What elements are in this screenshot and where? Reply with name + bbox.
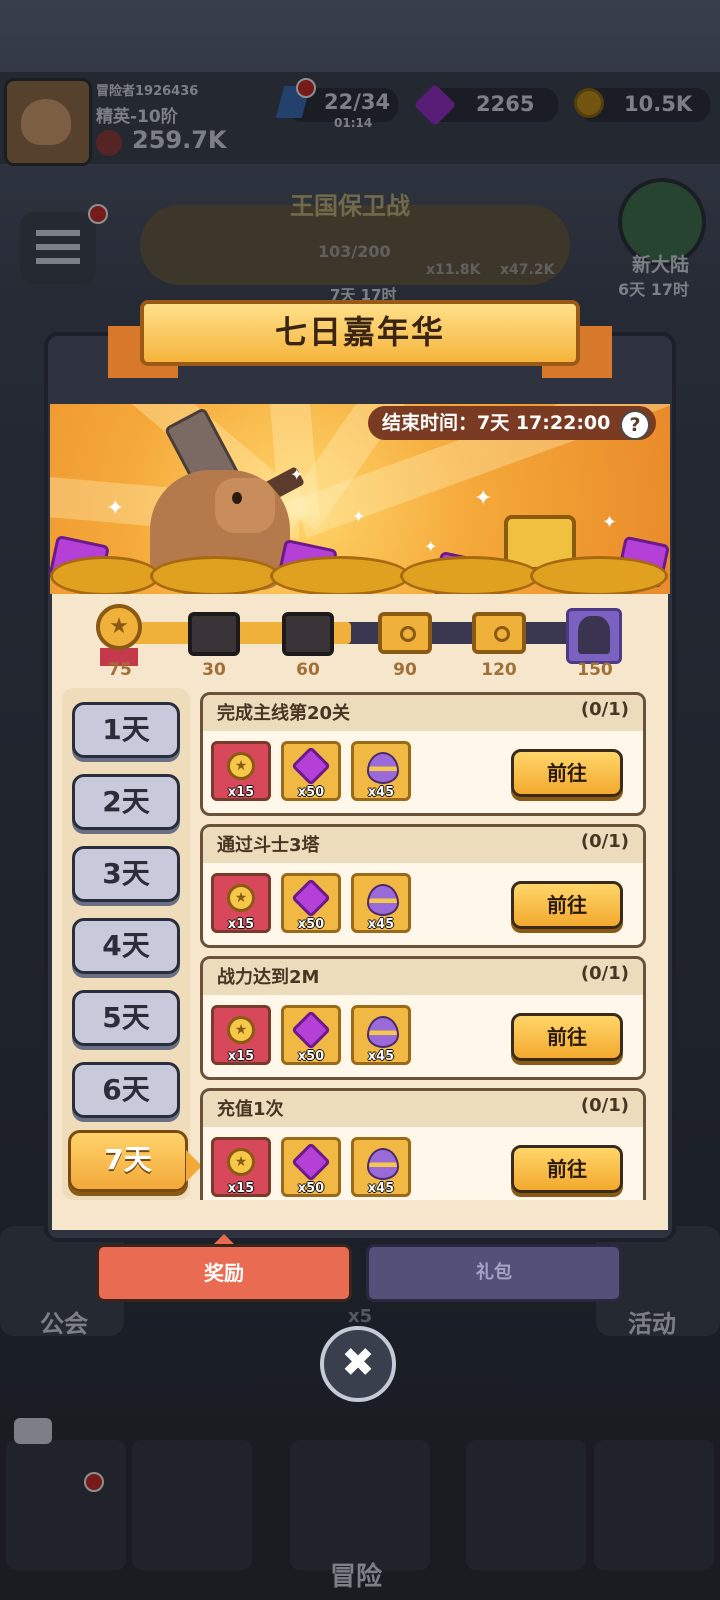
day-tab-7[interactable]: 7天 — [68, 1130, 188, 1192]
reward-egg[interactable]: x45 — [351, 741, 411, 801]
hero-portrait — [578, 616, 610, 654]
goto-button[interactable]: 前往 — [511, 1145, 623, 1193]
reward-qty: x45 — [367, 1049, 395, 1064]
goto-button[interactable]: 前往 — [511, 1013, 623, 1061]
reward-medal[interactable]: ★ x15 — [211, 1137, 271, 1197]
goto-button[interactable]: 前往 — [511, 881, 623, 929]
medal-icon: ★ — [227, 1016, 255, 1044]
sparkle-icon: ✦ — [602, 512, 618, 533]
end-time-label: 结束时间：7天 17:22:00 — [368, 406, 656, 440]
coin-pile-icon — [150, 556, 280, 596]
help-icon[interactable]: ? — [620, 410, 650, 440]
task-count: (0/1) — [580, 1095, 629, 1116]
goto-button[interactable]: 前往 — [511, 749, 623, 797]
reward-gem[interactable]: x50 — [281, 1005, 341, 1065]
sparkle-icon: ✦ — [290, 465, 304, 484]
task-title: 完成主线第20关 — [217, 703, 351, 724]
coin-pile-icon — [270, 556, 410, 596]
gold-chest-icon[interactable] — [378, 612, 432, 654]
reward-qty: x15 — [227, 785, 255, 800]
task-list[interactable]: 完成主线第20关 (0/1) ★ x15 x50 x45 前往 通过斗士3塔 (… — [200, 692, 646, 1200]
day-tab-6[interactable]: 6天 — [72, 1062, 180, 1118]
coin-pile-icon — [50, 556, 160, 596]
dark-chest-icon[interactable] — [282, 612, 334, 656]
egg-icon — [367, 1148, 399, 1180]
task-card: 战力达到2M (0/1) ★ x15 x50 x45 前往 — [200, 956, 646, 1080]
reward-gem[interactable]: x50 — [281, 741, 341, 801]
day-tab-2[interactable]: 2天 — [72, 774, 180, 830]
task-card: 通过斗士3塔 (0/1) ★ x15 x50 x45 前往 — [200, 824, 646, 948]
gem-icon — [291, 878, 331, 918]
reward-qty: x50 — [297, 785, 325, 800]
reward-qty: x45 — [367, 785, 395, 800]
gem-icon — [291, 1010, 331, 1050]
reward-qty: x15 — [227, 1049, 255, 1064]
gem-icon — [291, 746, 331, 786]
day-tab-4[interactable]: 4天 — [72, 918, 180, 974]
dark-chest-icon[interactable] — [188, 612, 240, 656]
sparkle-icon: ✦ — [106, 496, 125, 521]
medal-icon: ★ — [96, 604, 142, 650]
task-count: (0/1) — [580, 831, 629, 852]
coin-pile-icon — [530, 556, 668, 596]
milestone-label: 150 — [577, 660, 613, 680]
close-button[interactable]: ✖ — [320, 1326, 396, 1402]
day-tab-3[interactable]: 3天 — [72, 846, 180, 902]
coin-pile-icon — [400, 556, 540, 596]
reward-qty: x15 — [227, 1181, 255, 1196]
reward-egg[interactable]: x45 — [351, 873, 411, 933]
milestone-label: 60 — [296, 660, 320, 680]
reward-medal[interactable]: ★ x15 — [211, 1005, 271, 1065]
reward-qty: x50 — [297, 1049, 325, 1064]
reward-qty: x15 — [227, 917, 255, 932]
task-title: 战力达到2M — [217, 967, 320, 988]
task-card: 完成主线第20关 (0/1) ★ x15 x50 x45 前往 — [200, 692, 646, 816]
tab-reward[interactable]: 奖励 — [96, 1244, 352, 1302]
day-tab-1[interactable]: 1天 — [72, 702, 180, 758]
sparkle-icon: ✦ — [424, 537, 438, 556]
reward-qty: x45 — [367, 917, 395, 932]
medal-icon: ★ — [227, 1148, 255, 1176]
reward-qty: x45 — [367, 1181, 395, 1196]
task-title: 充值1次 — [217, 1099, 284, 1120]
capybara-eye — [232, 492, 242, 504]
gold-chest-icon[interactable] — [472, 612, 526, 654]
reward-medal[interactable]: ★ x15 — [211, 873, 271, 933]
task-card: 充值1次 (0/1) ★ x15 x50 x45 前往 — [200, 1088, 646, 1200]
reward-qty: x50 — [297, 917, 325, 932]
day-tab-5[interactable]: 5天 — [72, 990, 180, 1046]
task-title: 通过斗士3塔 — [217, 835, 320, 856]
task-count: (0/1) — [580, 963, 629, 984]
reward-egg[interactable]: x45 — [351, 1005, 411, 1065]
dialog-title: 七日嘉年华 — [274, 313, 445, 351]
milestone-label: 90 — [393, 660, 417, 680]
medal-icon: ★ — [227, 752, 255, 780]
gem-icon — [291, 1142, 331, 1182]
reward-medal[interactable]: ★ x15 — [211, 741, 271, 801]
reward-gem[interactable]: x50 — [281, 873, 341, 933]
sparkle-icon: ✦ — [352, 507, 366, 526]
reward-gem[interactable]: x50 — [281, 1137, 341, 1197]
medal-icon: ★ — [227, 884, 255, 912]
egg-icon — [367, 752, 399, 784]
milestone-label: 75 — [108, 660, 132, 680]
milestone-label: 120 — [481, 660, 517, 680]
task-count: (0/1) — [580, 699, 629, 720]
sparkle-icon: ✦ — [474, 486, 493, 511]
milestone-label: 30 — [202, 660, 226, 680]
reward-egg[interactable]: x45 — [351, 1137, 411, 1197]
reward-qty: x50 — [297, 1181, 325, 1196]
egg-icon — [367, 1016, 399, 1048]
tab-gift[interactable]: 礼包 — [366, 1244, 622, 1302]
egg-icon — [367, 884, 399, 916]
capybara-face — [215, 478, 275, 533]
